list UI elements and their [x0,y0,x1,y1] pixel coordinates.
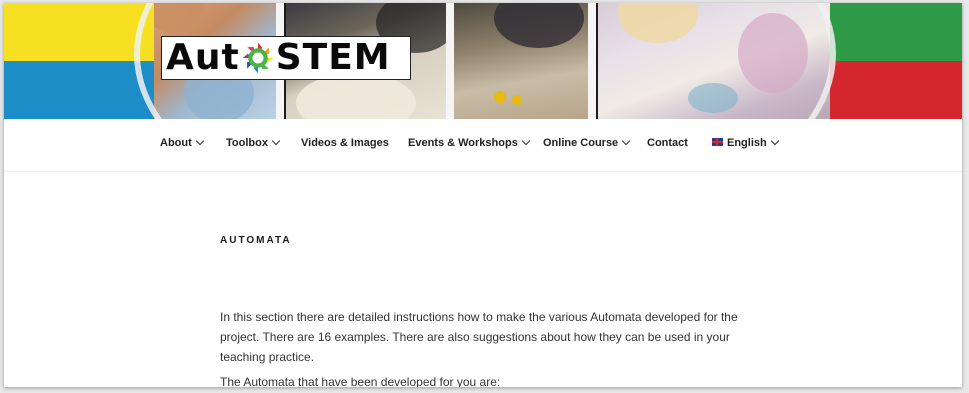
blue-panel [4,61,156,119]
nav-language[interactable]: English [712,136,779,149]
nav-online-course[interactable]: Online Course [543,136,631,149]
logo-text-left: Aut [166,37,240,78]
browser-viewport: Aut STEM About Toolbox Videos & Images E… [4,3,962,387]
list-intro-text: The Automata that have been developed fo… [220,375,501,387]
intro-paragraph: In this section there are detailed instr… [220,310,738,364]
page-title: AUTOMATA [220,235,292,246]
main-navigation: About Toolbox Videos & Images Events & W… [4,119,962,172]
header-banner: Aut STEM [4,3,962,119]
nav-about[interactable]: About [160,136,205,149]
chevron-down-icon [521,136,531,146]
nav-events-workshops[interactable]: Events & Workshops [408,136,531,149]
nav-contact[interactable]: Contact [647,137,688,149]
site-logo[interactable]: Aut STEM [161,36,411,80]
gear-icon [242,42,274,74]
chevron-down-icon [271,136,281,146]
chevron-down-icon [621,136,631,146]
chevron-down-icon [770,136,779,146]
green-panel [830,3,962,61]
logo-text-right: STEM [275,37,391,78]
nav-videos-images[interactable]: Videos & Images [301,137,389,149]
chevron-down-icon [195,136,205,146]
nav-toolbox[interactable]: Toolbox [226,136,281,149]
red-panel [830,61,962,119]
uk-flag-icon [712,138,723,146]
